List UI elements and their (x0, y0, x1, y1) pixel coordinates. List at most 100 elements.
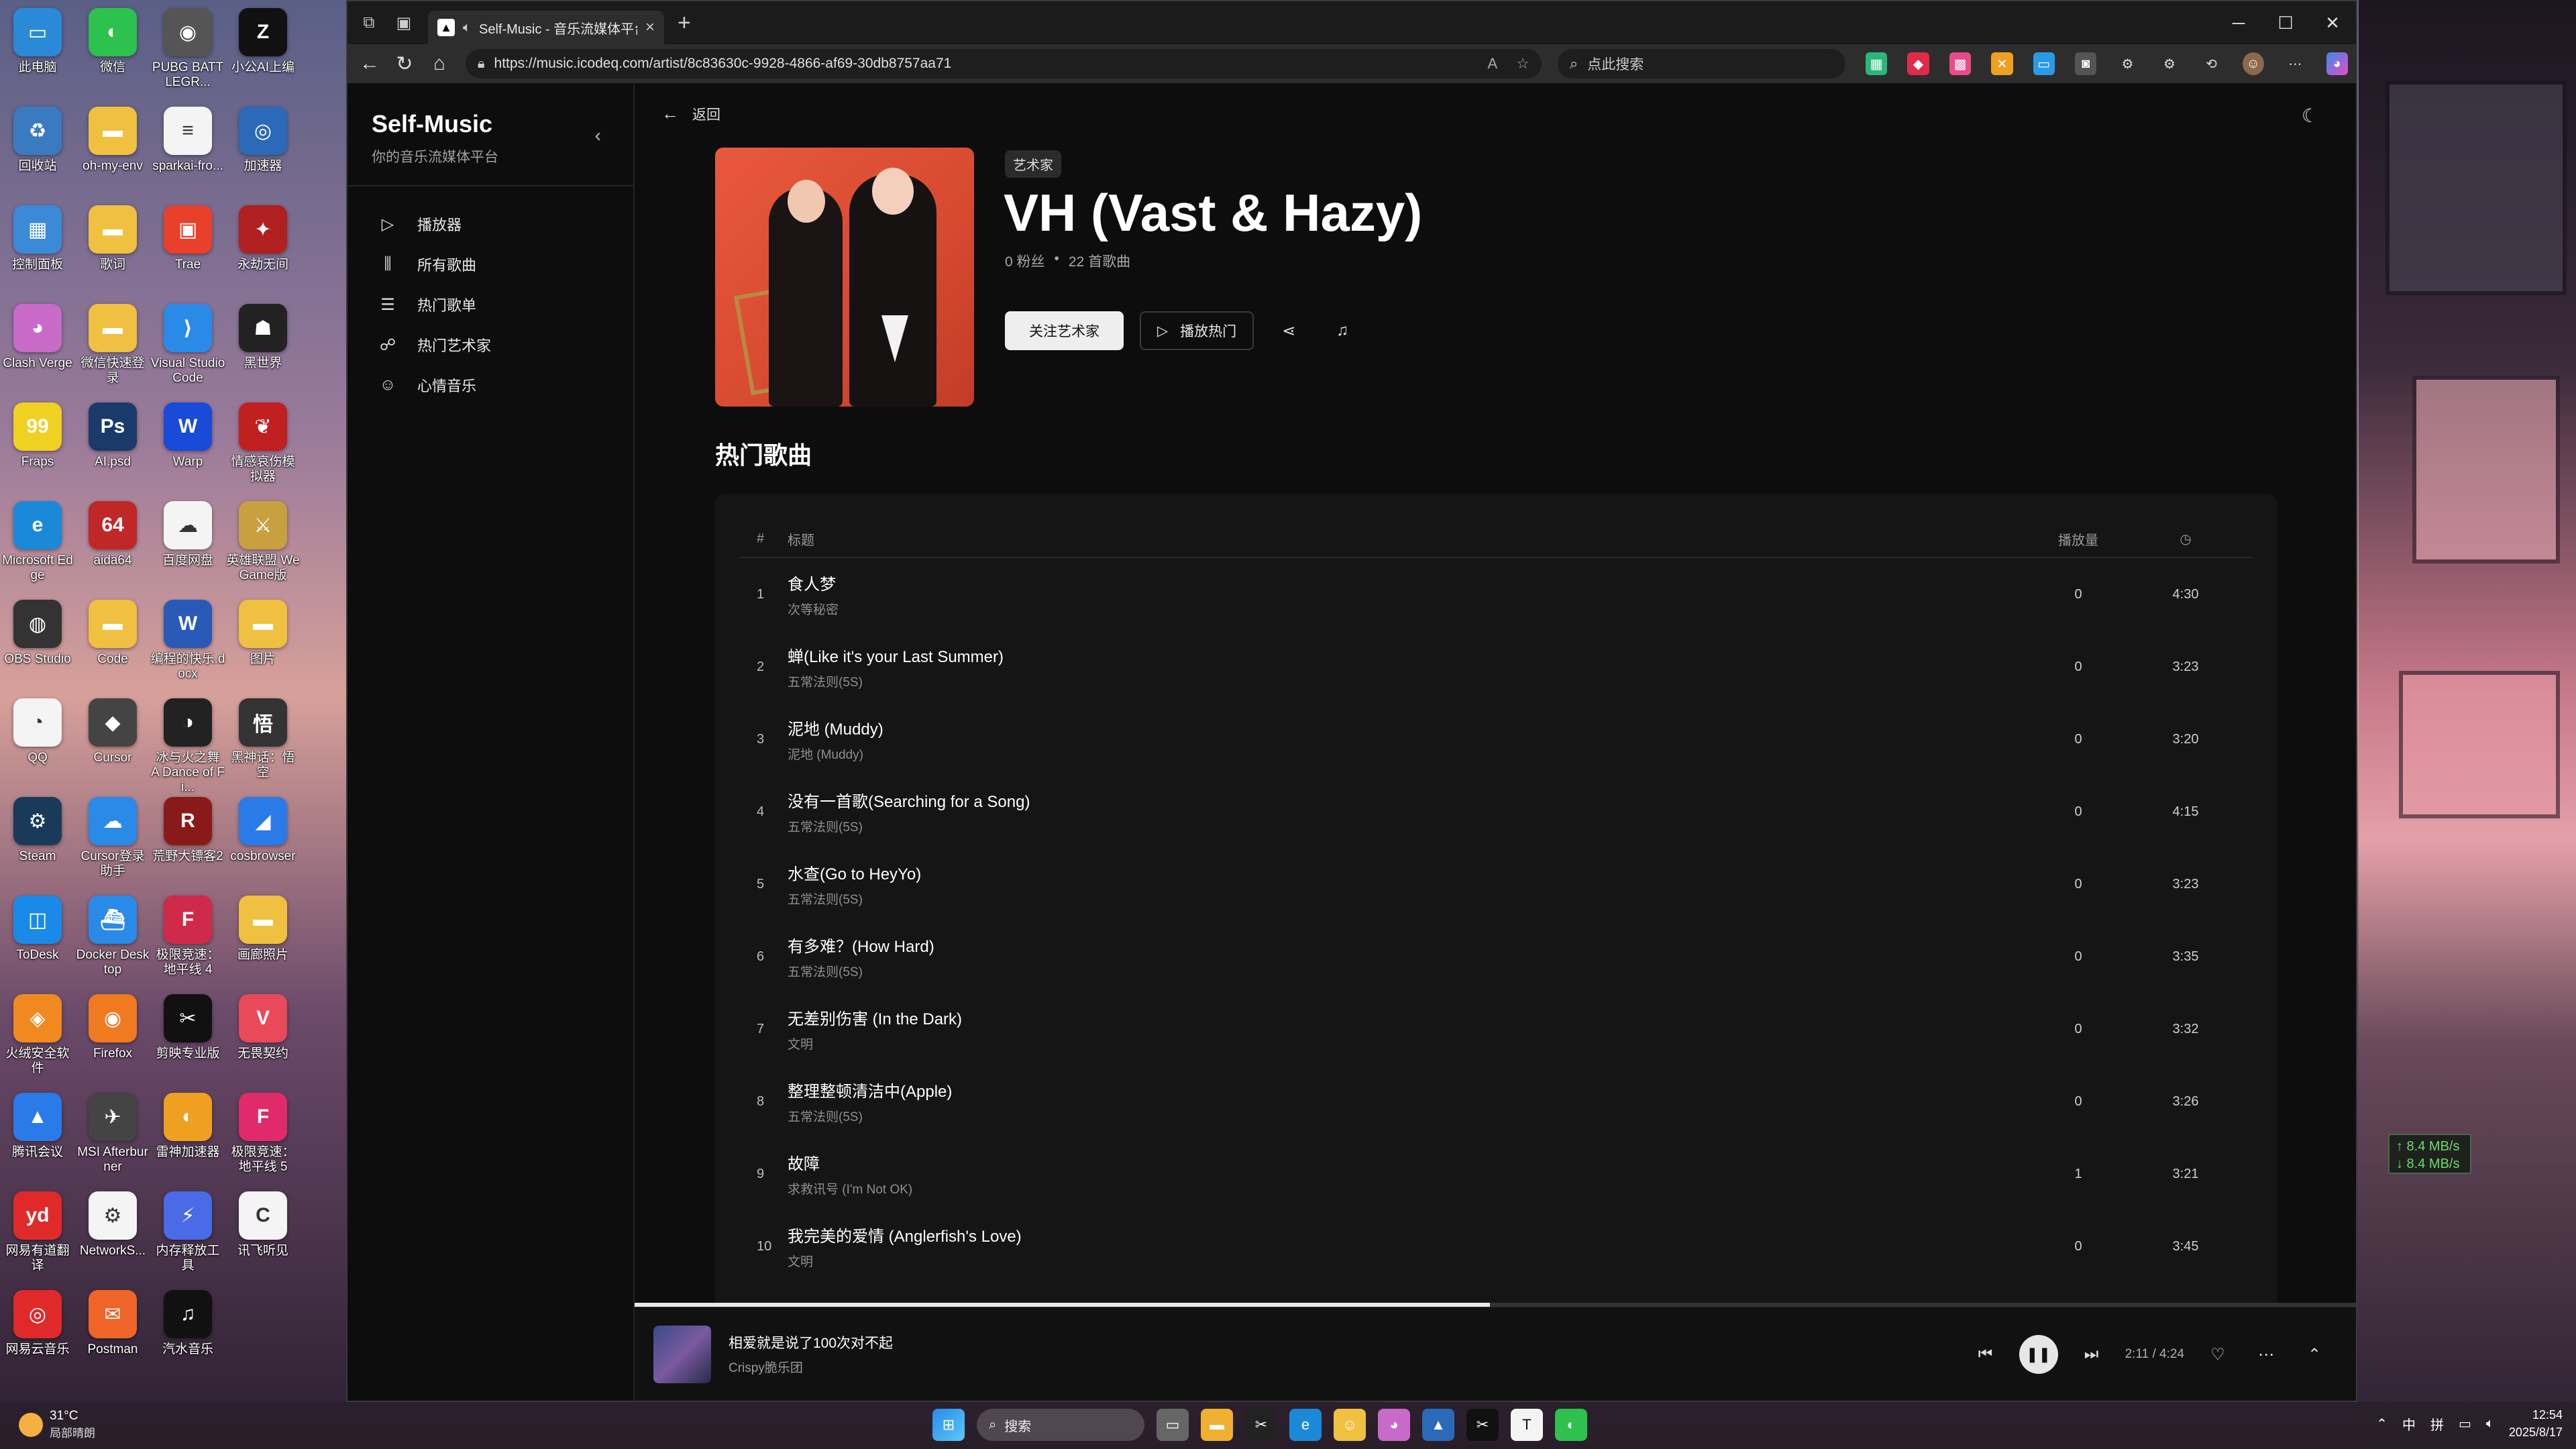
browser-search-input[interactable]: ⌕ 点此搜索 (1557, 49, 1845, 78)
desktop-icon[interactable]: W Warp (150, 398, 225, 492)
desktop-icon[interactable]: ≡ sparkai-fro... (150, 103, 225, 197)
table-row[interactable]: 8 整理整顿清洁中(Apple) 五常法则(5S) 0 3:26 (739, 1065, 2253, 1138)
close-tab-icon[interactable]: × (645, 18, 655, 37)
previous-track-icon[interactable]: ⏮ (1971, 1340, 2000, 1369)
now-playing-cover[interactable] (653, 1325, 711, 1383)
tab-self-music[interactable]: ▲ 🔈︎ Self-Music - 音乐流媒体平台 × (428, 11, 664, 44)
taskbar-search[interactable]: ⌕ 搜索 (977, 1409, 1144, 1441)
desktop-icon[interactable]: ♫ 汽水音乐 (150, 1286, 225, 1380)
capcut-icon[interactable]: ✂ (1245, 1409, 1277, 1441)
desktop-icon[interactable]: ❦ 情感哀伤模拟器 (225, 398, 301, 492)
speaker-icon[interactable]: 🔈︎ (463, 20, 471, 36)
extension-icon[interactable]: ▩ (1949, 52, 1972, 75)
table-row[interactable]: 5 水查(Go to HeyYo) 五常法则(5S) 0 3:23 (739, 848, 2253, 920)
ime-pinyin[interactable]: 拼 (2430, 1414, 2444, 1434)
song-artist[interactable]: 泥地 (Muddy) (788, 745, 2038, 763)
favorite-star-icon[interactable]: ☆ (1516, 55, 1529, 72)
desktop-icon[interactable]: 99 Fraps (0, 398, 75, 492)
desktop-icon[interactable]: C 讯飞听见 (225, 1187, 301, 1281)
song-artist[interactable]: 五常法则(5S) (788, 962, 2038, 980)
desktop-icon[interactable]: 64 aida64 (75, 497, 150, 591)
desktop-icon[interactable]: ▬ 画廊照片 (225, 892, 301, 985)
theme-toggle-moon-icon[interactable]: ☾ (2302, 105, 2318, 127)
play-popular-button[interactable]: ▷ 播放热门 (1140, 311, 1254, 350)
table-row[interactable]: 9 故障 求救讯号 (I'm Not OK) 1 3:21 (739, 1138, 2253, 1210)
desktop-icon[interactable]: ▬ 微信快速登录 (75, 300, 150, 394)
copilot-icon[interactable]: ◕ (2326, 52, 2348, 75)
desktop-icon[interactable]: ◉ Firefox (75, 990, 150, 1084)
table-row[interactable]: 1 食人梦 次等秘密 0 4:30 (739, 558, 2253, 631)
wechat-icon[interactable]: ◐ (1555, 1409, 1587, 1441)
desktop-icon[interactable]: V 无畏契约 (225, 990, 301, 1084)
table-row[interactable]: 3 泥地 (Muddy) 泥地 (Muddy) 0 3:20 (739, 703, 2253, 775)
extension-icon[interactable]: ▦ (1865, 52, 1888, 75)
ime-mode[interactable]: 中 (2402, 1414, 2416, 1434)
song-artist[interactable]: 五常法则(5S) (788, 672, 2038, 690)
clash-icon[interactable]: ◕ (1378, 1409, 1410, 1441)
desktop-icon[interactable]: ◐ 微信 (75, 4, 150, 98)
desktop-icon[interactable]: ✂ 剪映专业版 (150, 990, 225, 1084)
song-artist[interactable]: 文明 (788, 1034, 2038, 1053)
desktop-icon[interactable]: ▭ 此电脑 (0, 4, 75, 98)
desktop-icon[interactable]: F 极限竞速：地平线 5 (225, 1089, 301, 1183)
extension-icon[interactable]: ▭ (2033, 52, 2055, 75)
desktop-icon[interactable]: ◔ QQ (0, 694, 75, 788)
desktop-icon[interactable]: ✉ Postman (75, 1286, 150, 1380)
desktop-icon[interactable]: 悟黑神话：悟空 (225, 694, 301, 788)
task-view-icon[interactable]: ▭ (1157, 1409, 1189, 1441)
profile-avatar[interactable]: ☺ (2242, 52, 2265, 75)
minimize-button[interactable]: ─ (2215, 1, 2262, 44)
extension-icon[interactable]: ✕ (1991, 52, 2013, 75)
workspaces-icon[interactable]: ⧉ (356, 9, 382, 36)
maximize-button[interactable]: ☐ (2262, 1, 2309, 44)
desktop-icon[interactable]: ▬ 图片 (225, 596, 301, 690)
history-icon[interactable]: ⟲ (2200, 52, 2222, 75)
url-text[interactable]: https://music.icodeq.com/artist/8c83630c… (494, 56, 1469, 72)
new-tab-button[interactable]: + (678, 10, 691, 36)
desktop-icon[interactable]: ☗ 黑世界 (225, 300, 301, 394)
desktop-icon[interactable]: ▣ Trae (150, 201, 225, 295)
refresh-icon[interactable]: ↻ (390, 49, 419, 78)
desktop-icon[interactable]: W 编程的快乐.docx (150, 596, 225, 690)
pause-button[interactable]: ❚❚ (2019, 1335, 2058, 1374)
desktop-icon[interactable]: ◈ 火绒安全软件 (0, 990, 75, 1084)
file-explorer-icon[interactable]: ▬ (1201, 1409, 1233, 1441)
desktop-icon[interactable]: e Microsoft Edge (0, 497, 75, 591)
photos-icon[interactable]: ▲ (1422, 1409, 1454, 1441)
desktop-icon[interactable]: ⚙ NetworkS... (75, 1187, 150, 1281)
desktop-icon[interactable]: Z 小公AI上编 (225, 4, 301, 98)
more-menu-icon[interactable]: ⋯ (2284, 52, 2306, 75)
song-artist[interactable]: 文明 (788, 1252, 2038, 1270)
desktop-icon[interactable]: ☁ 百度网盘 (150, 497, 225, 591)
sidebar-item-artists[interactable]: ☍ 热门艺术家 (347, 325, 633, 365)
desktop-icon[interactable]: ◉ PUBG BATTLEGR... (150, 4, 225, 98)
desktop-icon[interactable]: ☁ Cursor登录助手 (75, 793, 150, 887)
table-row[interactable]: 6 有多难？(How Hard) 五常法则(5S) 0 3:35 (739, 920, 2253, 993)
desktop-icon[interactable]: ◕ Clash Verge (0, 300, 75, 394)
share-icon[interactable]: ⋖ (1270, 312, 1307, 350)
sidebar-item-all-songs[interactable]: ⫼ 所有歌曲 (347, 244, 633, 284)
back-icon[interactable]: ← (356, 49, 384, 78)
follow-artist-button[interactable]: 关注艺术家 (1005, 311, 1124, 350)
clock[interactable]: 12:54 2025/8/17 (2509, 1406, 2563, 1441)
desktop-icon[interactable]: Ps AI.psd (75, 398, 150, 492)
extensions-puzzle-icon[interactable]: ⚙ (2116, 52, 2138, 75)
network-icon[interactable]: ▭ (2459, 1415, 2471, 1432)
song-artist[interactable]: 次等秘密 (788, 600, 2038, 618)
desktop-icon[interactable]: R 荒野大镖客2 (150, 793, 225, 887)
desktop-icon[interactable]: ◢ cosbrowser (225, 793, 301, 887)
table-row[interactable]: 4 没有一首歌(Searching for a Song) 五常法则(5S) 0 4:1… (739, 775, 2253, 848)
address-bar[interactable]: 🔒︎ https://music.icodeq.com/artist/8c836… (465, 49, 1542, 78)
lock-icon[interactable]: 🔒︎ (478, 56, 485, 72)
desktop-icon[interactable]: ♻ 回收站 (0, 103, 75, 197)
desktop-icon[interactable]: ◍ OBS Studio (0, 596, 75, 690)
desktop-icon[interactable]: yd 网易有道翻译 (0, 1187, 75, 1281)
extension-icon[interactable]: ◙ (2074, 52, 2097, 75)
desktop-icon[interactable]: ⚙ Steam (0, 793, 75, 887)
desktop-icon[interactable]: ◐ 雷神加速器 (150, 1089, 225, 1183)
edge-icon[interactable]: e (1289, 1409, 1322, 1441)
desktop-icon[interactable]: ⚡ 内存释放工具 (150, 1187, 225, 1281)
desktop-icon[interactable]: ▬ 歌词 (75, 201, 150, 295)
table-row[interactable]: 2 蝉(Like it's your Last Summer) 五常法则(5S) 0 3… (739, 631, 2253, 703)
table-row[interactable]: 7 无差别伤害 (In the Dark) 文明 0 3:32 (739, 993, 2253, 1065)
